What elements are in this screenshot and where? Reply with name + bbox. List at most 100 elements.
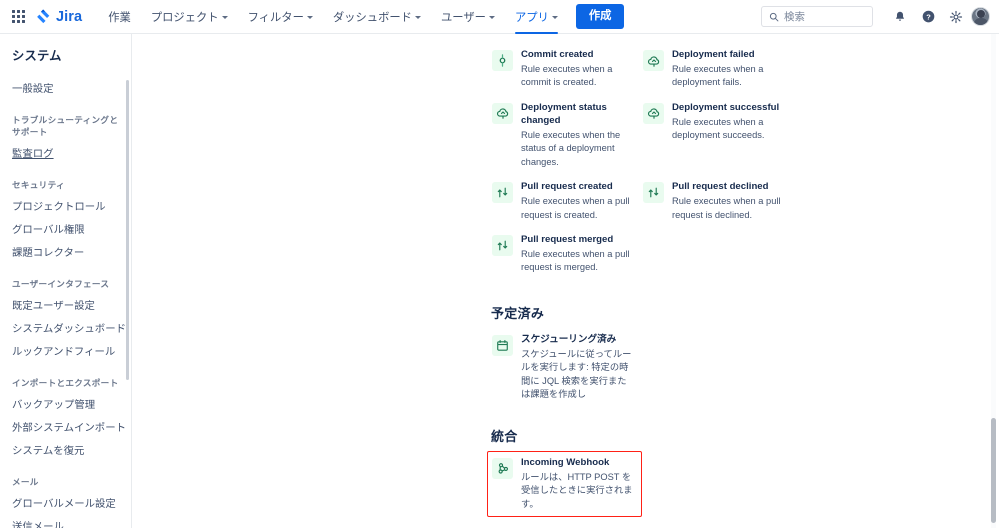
sidebar-item-restore-system[interactable]: システムを復元 [0, 440, 131, 463]
webhook-icon [492, 457, 513, 479]
avatar[interactable] [971, 7, 990, 26]
settings-button[interactable] [943, 4, 969, 30]
nav-item-filters[interactable]: フィルター [238, 0, 323, 34]
trigger-title: Pull request merged [521, 234, 614, 246]
sidebar-item-look-and-feel[interactable]: ルックアンドフィール [0, 341, 131, 364]
trigger-description: Rule executes when a pull request is cre… [521, 196, 630, 220]
trigger-card-deployment-failed[interactable]: Deployment failed Rule executes when a d… [638, 43, 789, 96]
pull-request-icon [492, 182, 513, 204]
trigger-card-pull-request-created[interactable]: Pull request created Rule executes when … [487, 175, 638, 228]
chevron-down-icon [551, 16, 558, 19]
trigger-title: Commit created [521, 49, 594, 60]
nav-item-work[interactable]: 作業 [98, 0, 141, 34]
trigger-description: Rule executes when a pull request is dec… [672, 196, 781, 220]
nav-item-apps[interactable]: アプリ [505, 0, 568, 34]
integration-heading: 統合 [491, 428, 518, 444]
sidebar-group-user-interface: ユーザーインタフェース 既定ユーザー設定 システムダッシュボード ルックアンドフ… [0, 278, 131, 364]
nav-item-label: フィルター [247, 11, 304, 24]
sidebar-title: システム [12, 49, 62, 63]
brand-name: Jira [56, 9, 83, 25]
commit-icon [492, 50, 513, 71]
deployment-icon [643, 102, 664, 124]
development-triggers-grid: Commit created Rule executes when a comm… [487, 43, 787, 281]
sidebar-group-security: セキュリティ プロジェクトロール グローバル権限 課題コレクター [0, 179, 131, 265]
system-sidebar: システム 一般設定 トラブルシューティングとサポート 監査ログ セキュリティ プ… [0, 34, 132, 528]
trigger-title: Deployment failed [672, 49, 755, 60]
search-input[interactable]: 検索 [761, 6, 873, 27]
trigger-description: スケジュールに従ってルールを実行します: 特定の時間に JQL 検索を実行または… [521, 348, 632, 400]
trigger-card-scheduled[interactable]: スケジューリング済み スケジュールに従ってルールを実行します: 特定の時間に J… [487, 328, 642, 408]
jira-logo-icon [37, 9, 50, 24]
search-placeholder: 検索 [784, 11, 805, 23]
sidebar-scrollbar[interactable] [126, 80, 129, 380]
trigger-title: スケジューリング済み [521, 333, 617, 345]
trigger-title: Deployment status changed [521, 101, 607, 126]
sidebar-item-audit-log[interactable]: 監査ログ [0, 143, 131, 166]
trigger-card-deployment-successful[interactable]: Deployment successful Rule executes when… [638, 96, 789, 175]
chevron-down-icon [488, 16, 495, 19]
trigger-title: Deployment successful [672, 101, 780, 113]
sidebar-section-security: セキュリティ [12, 180, 65, 190]
nav-item-projects[interactable]: プロジェクト [141, 0, 238, 34]
trigger-description: Rule executes when a deployment fails. [672, 63, 764, 88]
nav-item-label: アプリ [514, 11, 549, 24]
sidebar-item-global-permissions[interactable]: グローバル権限 [0, 219, 131, 242]
primary-nav-items: 作業 プロジェクト フィルター ダッシュボード ユーザー アプリ 作成 [98, 0, 625, 34]
sidebar-section-mail: メール [12, 477, 39, 487]
trigger-card-incoming-webhook[interactable]: Incoming Webhook ルールは、HTTP POST を受信したときに… [487, 450, 642, 518]
chevron-down-icon [221, 16, 228, 19]
sidebar-item-global-mail-settings[interactable]: グローバルメール設定 [0, 493, 131, 516]
sidebar-item-general-settings[interactable]: 一般設定 [0, 78, 131, 101]
sidebar-item-issue-collectors[interactable]: 課題コレクター [0, 242, 131, 265]
sidebar-item-default-user-preferences[interactable]: 既定ユーザー設定 [0, 295, 131, 318]
search-icon [769, 12, 779, 21]
app-switcher-button[interactable] [7, 6, 29, 28]
sidebar-group-general: 一般設定 [0, 78, 131, 101]
trigger-card-pull-request-merged[interactable]: Pull request merged Rule executes when a… [487, 228, 638, 281]
nav-item-people[interactable]: ユーザー [431, 0, 505, 34]
svg-text:?: ? [926, 12, 931, 21]
sidebar-item-outgoing-mail[interactable]: 送信メール [0, 516, 131, 528]
jira-home-link[interactable]: Jira [35, 8, 82, 25]
sidebar-section-troubleshooting: トラブルシューティングとサポート [12, 115, 119, 137]
pull-request-icon [643, 182, 664, 204]
chevron-down-icon [414, 16, 421, 19]
trigger-description: ルールは、HTTP POST を受信したときに実行されます。 [521, 471, 633, 509]
trigger-title: Incoming Webhook [521, 456, 610, 468]
calendar-icon [492, 334, 513, 356]
scheduled-section: 予定済み スケジューリング済み スケジュールに従ってルールを実行します: 特定の… [487, 303, 787, 408]
trigger-description: Rule executes when a deployment succeeds… [672, 116, 765, 141]
integration-section: 統合 Incoming Webhook ルールは、HTTP POST を受信した… [487, 426, 787, 518]
nav-right-section: 検索 ? [761, 4, 990, 30]
sidebar-item-project-roles[interactable]: プロジェクトロール [0, 196, 131, 219]
sidebar-group-mail: メール グローバルメール設定 送信メール 受信メール メールを送信 [0, 476, 131, 528]
nav-item-dashboards[interactable]: ダッシュボード [323, 0, 431, 34]
trigger-card-deployment-status-changed[interactable]: Deployment status changed Rule executes … [487, 96, 638, 175]
notifications-button[interactable] [887, 4, 913, 30]
nav-item-label: ダッシュボード [332, 11, 412, 24]
scheduled-heading: 予定済み [491, 305, 545, 321]
gear-icon [949, 10, 963, 23]
sidebar-group-troubleshooting: トラブルシューティングとサポート 監査ログ [0, 114, 131, 166]
deployment-icon [643, 50, 664, 71]
sidebar-item-external-system-import[interactable]: 外部システムインポート [0, 417, 131, 440]
bell-icon [895, 11, 905, 21]
trigger-title: Pull request created [521, 181, 613, 193]
trigger-title: Pull request declined [672, 181, 769, 193]
trigger-sections: Commit created Rule executes when a comm… [487, 43, 787, 528]
pull-request-icon [492, 235, 513, 257]
deployment-icon [492, 102, 513, 124]
grid-apps-icon [11, 10, 25, 23]
create-button[interactable]: 作成 [575, 4, 625, 29]
trigger-card-pull-request-declined[interactable]: Pull request declined Rule executes when… [638, 175, 789, 228]
page-scrollbar-thumb[interactable] [991, 418, 996, 523]
sidebar-item-backup-manager[interactable]: バックアップ管理 [0, 394, 131, 417]
trigger-card-commit-created[interactable]: Commit created Rule executes when a comm… [487, 43, 638, 96]
sidebar-section-user-interface: ユーザーインタフェース [12, 279, 110, 289]
sidebar-item-system-dashboard[interactable]: システムダッシュボード [0, 318, 131, 341]
top-navigation-bar: Jira 作業 プロジェクト フィルター ダッシュボード ユーザー アプリ 作成 [0, 0, 999, 34]
sidebar-section-import-export: インポートとエクスポート [12, 378, 119, 388]
help-button[interactable]: ? [915, 4, 941, 30]
chevron-down-icon [306, 16, 313, 19]
nav-item-label: 作業 [108, 11, 131, 24]
